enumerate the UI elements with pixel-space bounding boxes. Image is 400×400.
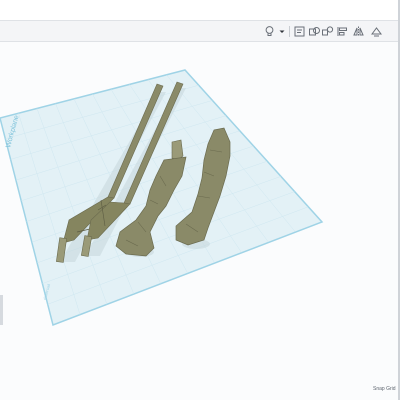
cruise-icon[interactable] (370, 25, 383, 38)
dropdown-arrow-icon[interactable] (278, 25, 286, 38)
snap-grid-label[interactable]: Snap Grid (373, 386, 396, 392)
3d-viewport[interactable]: Workplane tinkercad (0, 42, 398, 400)
align-icon[interactable] (336, 25, 349, 38)
ungroup-icon[interactable] (321, 25, 334, 38)
toolbar-divider (289, 26, 290, 37)
note-icon[interactable] (293, 25, 306, 38)
group-icon[interactable] (308, 25, 321, 38)
toolbar (0, 20, 400, 42)
side-panel-handle[interactable] (0, 295, 3, 325)
mirror-icon[interactable] (352, 25, 365, 38)
scene: Workplane tinkercad (0, 69, 324, 327)
app-window: Workplane tinkercad Snap Grid (0, 0, 400, 400)
title-bar (0, 0, 400, 20)
light-bulb-icon[interactable] (263, 25, 276, 38)
